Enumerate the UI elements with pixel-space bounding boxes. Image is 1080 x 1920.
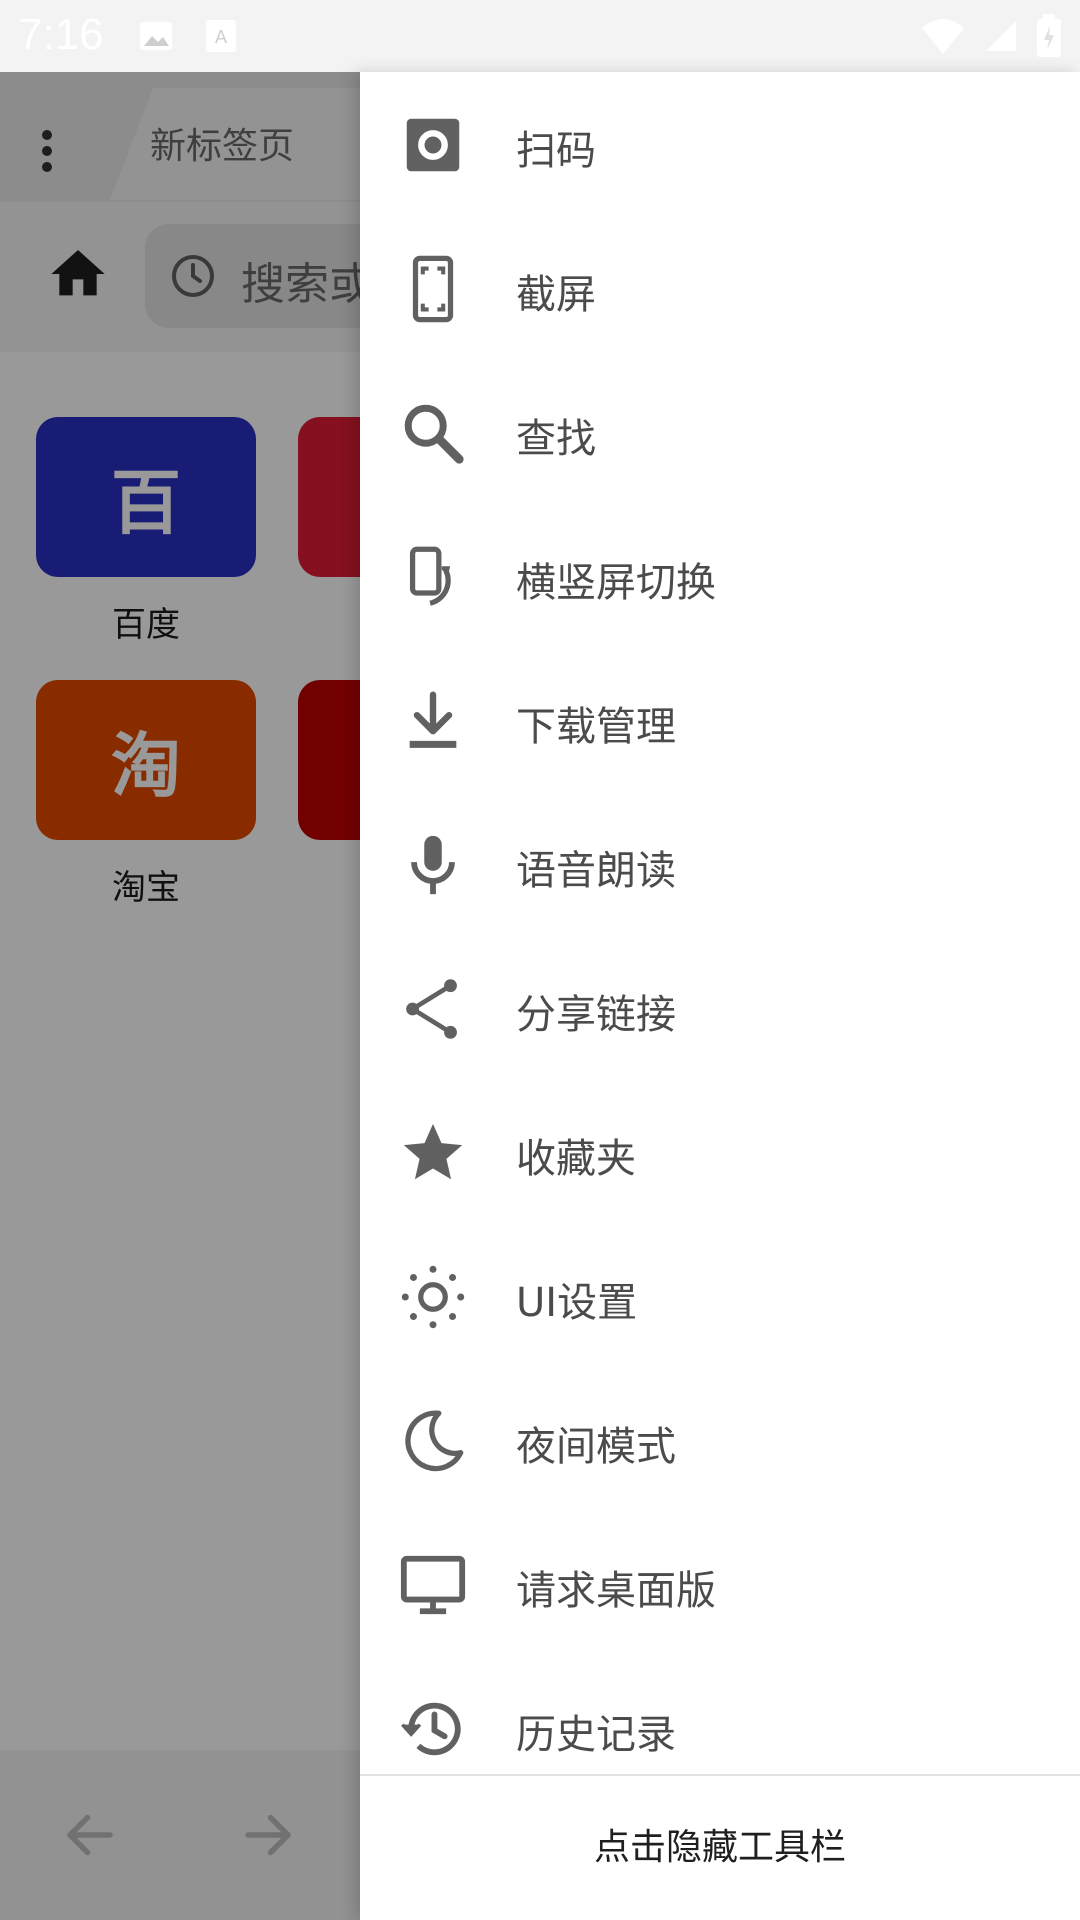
- battery-icon: [1037, 14, 1061, 57]
- side-menu-drawer: 扫码 截屏 查找 横竖屏切换 下载管理 语音朗读 分享链接 收藏夹 UI设置 夜…: [360, 72, 1080, 1920]
- menu-item-label: 请求桌面版: [516, 1568, 716, 1614]
- keyboard-notification-icon: A: [206, 20, 236, 52]
- signal-icon: [986, 21, 1016, 51]
- history-icon: [401, 1702, 461, 1756]
- menu-item-screenshot[interactable]: 截屏: [360, 216, 1080, 360]
- hide-toolbar-button[interactable]: 点击隐藏工具栏: [360, 1776, 1080, 1920]
- download-icon: [409, 691, 457, 748]
- menu-item-label: 扫码: [516, 128, 596, 174]
- menu-item-label: 下载管理: [516, 704, 676, 750]
- menu-item-downloads[interactable]: 下载管理: [360, 648, 1080, 792]
- menu-item-desktop-site[interactable]: 请求桌面版: [360, 1512, 1080, 1656]
- rotate-screen-icon: [409, 546, 451, 606]
- menu-item-label: 语音朗读: [516, 848, 676, 894]
- menu-item-label: 历史记录: [516, 1712, 676, 1758]
- menu-item-read-aloud[interactable]: 语音朗读: [360, 792, 1080, 936]
- status-time: 7:16: [18, 10, 104, 59]
- menu-item-ui-settings[interactable]: UI设置: [360, 1224, 1080, 1368]
- menu-item-label: 夜间模式: [516, 1424, 676, 1470]
- screenshot-icon: [412, 255, 454, 323]
- menu-item-label: 查找: [516, 416, 596, 462]
- menu-item-share[interactable]: 分享链接: [360, 936, 1080, 1080]
- menu-item-night-mode[interactable]: 夜间模式: [360, 1368, 1080, 1512]
- menu-item-find[interactable]: 查找: [360, 360, 1080, 504]
- menu-item-rotate[interactable]: 横竖屏切换: [360, 504, 1080, 648]
- svg-text:A: A: [215, 27, 228, 48]
- desktop-icon: [400, 1555, 466, 1615]
- brightness-icon: [401, 1265, 465, 1329]
- share-icon: [406, 979, 457, 1039]
- menu-item-label: 截屏: [516, 272, 596, 318]
- menu-item-label: 收藏夹: [516, 1136, 636, 1182]
- menu-item-label: 分享链接: [516, 992, 676, 1038]
- microphone-icon: [411, 835, 455, 895]
- menu-item-label: UI设置: [516, 1280, 638, 1326]
- image-notification-icon: [140, 22, 172, 50]
- status-bar: 7:16 A: [0, 0, 1080, 72]
- menu-item-label: 横竖屏切换: [516, 560, 716, 606]
- moon-icon: [405, 1410, 464, 1472]
- menu-item-bookmarks[interactable]: 收藏夹: [360, 1080, 1080, 1224]
- star-icon: [403, 1123, 463, 1180]
- drawer-scrim[interactable]: [0, 72, 360, 1920]
- wifi-icon: [922, 19, 964, 54]
- menu-item-scan[interactable]: 扫码: [360, 72, 1080, 216]
- search-icon: [404, 404, 464, 464]
- scan-icon: [406, 118, 460, 172]
